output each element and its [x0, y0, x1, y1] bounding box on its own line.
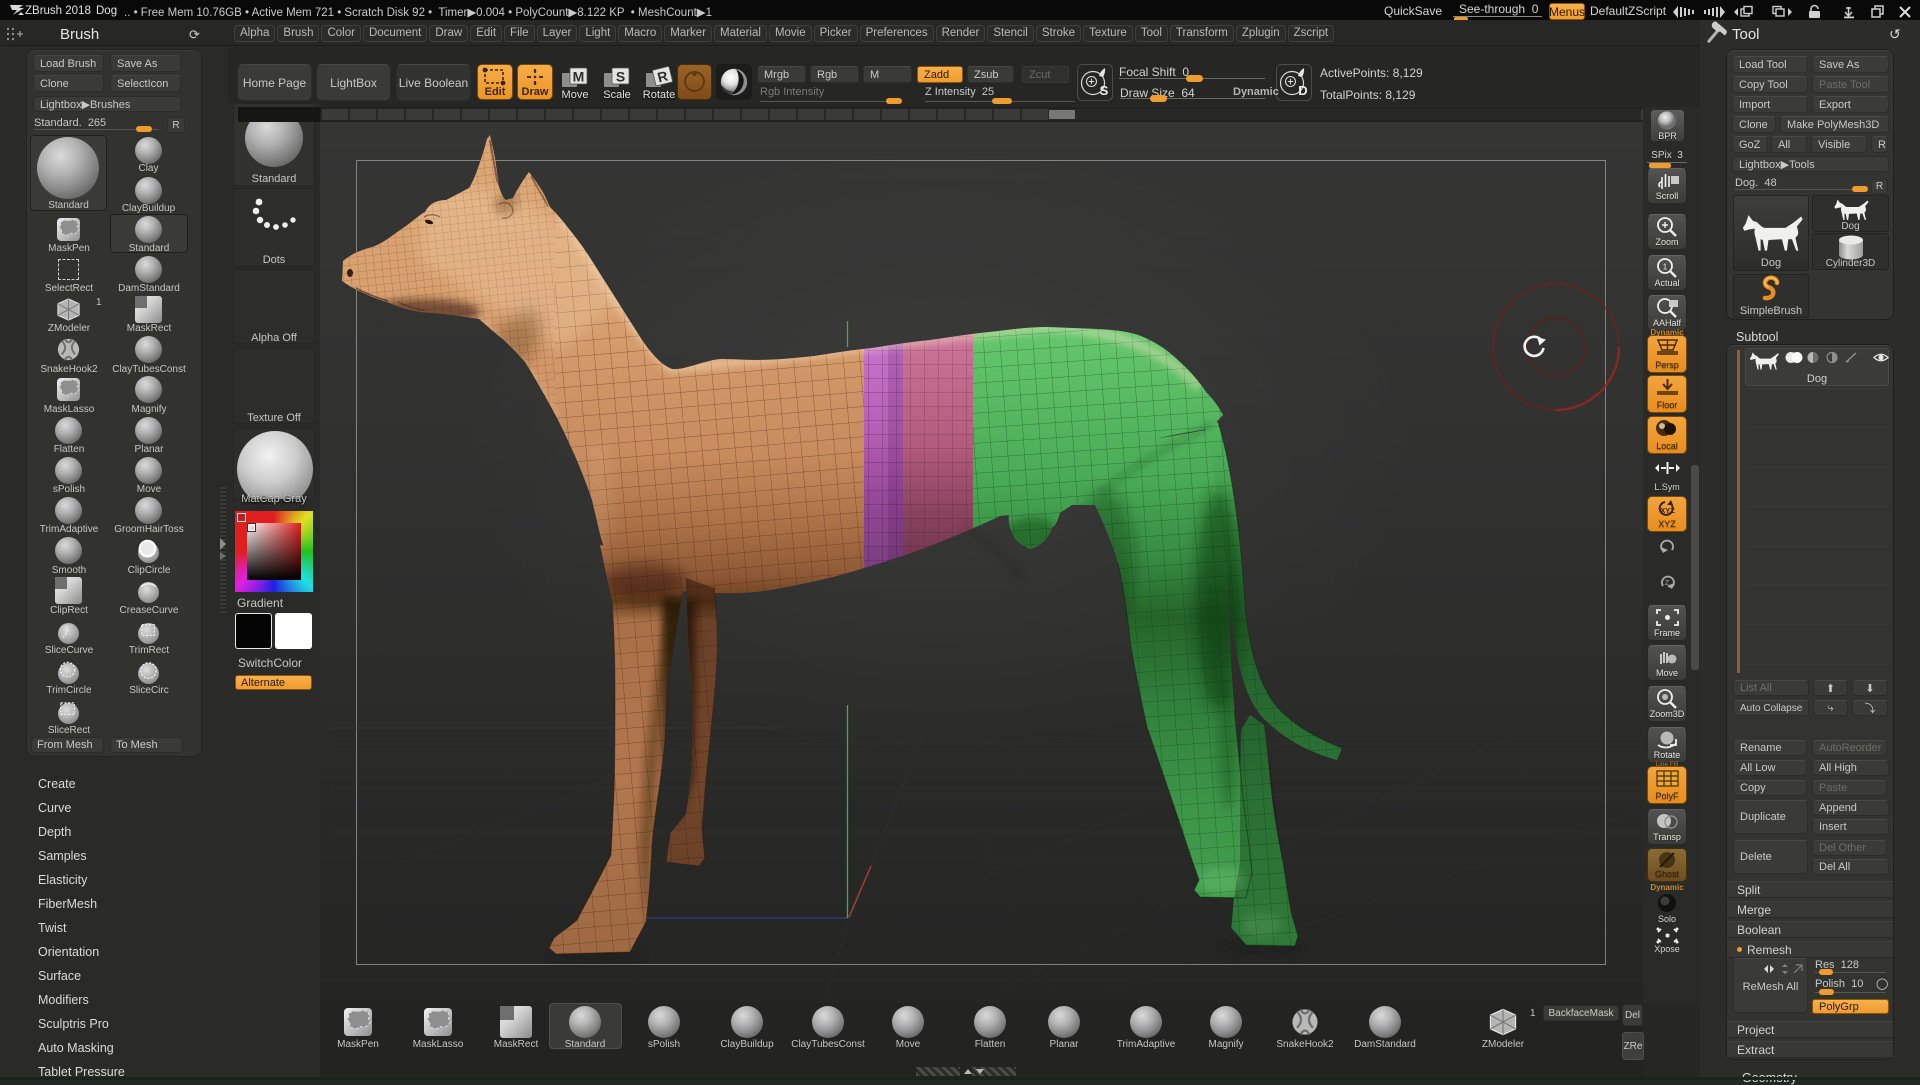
- svg-text:Z: Z: [1665, 580, 1670, 587]
- svg-text:M: M: [573, 69, 585, 85]
- svg-text:S: S: [1100, 83, 1109, 98]
- svg-text:1: 1: [1663, 263, 1668, 272]
- svg-text:XYZ: XYZ: [1660, 506, 1675, 515]
- svg-text:D: D: [1298, 83, 1307, 98]
- svg-text:S: S: [616, 69, 625, 85]
